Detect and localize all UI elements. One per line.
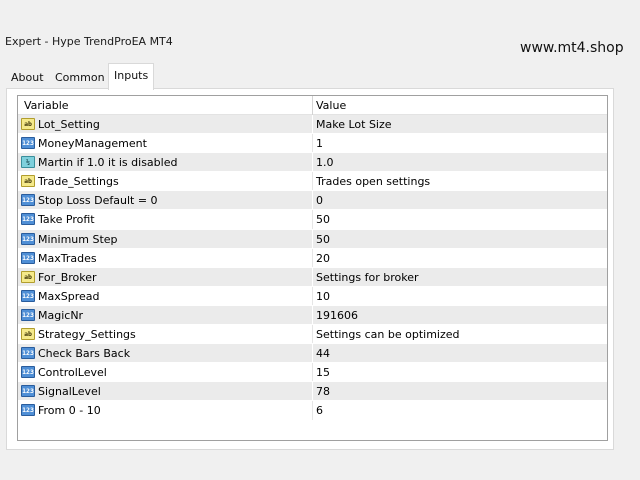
table-row[interactable]: 123 MaxTrades 20: [18, 248, 607, 268]
variable-value[interactable]: 20: [316, 252, 330, 265]
table-row[interactable]: 123 SignalLevel 78: [18, 382, 607, 402]
string-type-icon: ab: [21, 328, 35, 341]
variable-name: SignalLevel: [38, 385, 101, 399]
column-divider: [312, 153, 313, 172]
integer-type-icon: 123: [21, 385, 35, 398]
variable-value[interactable]: Make Lot Size: [316, 118, 392, 131]
tab-bar: About Common Inputs: [6, 63, 606, 90]
integer-type-icon: 123: [21, 404, 35, 417]
integer-type-icon: 123: [21, 137, 35, 150]
variable-name: Lot_Setting: [38, 118, 100, 131]
table-row[interactable]: ab For_Broker Settings for broker: [18, 267, 607, 287]
integer-type-icon: 123: [21, 347, 35, 360]
variable-name: For_Broker: [38, 270, 97, 284]
variable-value[interactable]: Trades open settings: [316, 175, 430, 188]
inputs-panel: Variable Value ab Lot_Setting Make Lot Siz…: [6, 88, 614, 450]
integer-type-icon: 123: [21, 213, 35, 226]
column-divider: [312, 191, 313, 210]
table-row[interactable]: 123 Minimum Step 50: [18, 229, 607, 249]
table-row[interactable]: 123 MagicNr 191606: [18, 305, 607, 326]
variable-name: Check Bars Back: [38, 347, 131, 361]
variable-value[interactable]: 6: [316, 404, 323, 417]
column-divider: [312, 172, 313, 191]
variable-value[interactable]: Settings can be optimized: [316, 328, 460, 341]
variable-name: MagicNr: [38, 308, 84, 322]
variable-value[interactable]: 10: [316, 290, 330, 303]
table-row[interactable]: ab Lot_Setting Make Lot Size: [18, 115, 607, 135]
variable-name: Take Profit: [38, 213, 95, 227]
window-titlebar: Expert - Hype TrendProEA MT4 www.mt4.sho…: [0, 0, 640, 62]
string-type-icon: ab: [21, 118, 35, 130]
watermark-text: www.mt4.shop: [520, 40, 624, 56]
column-divider: [312, 115, 313, 134]
double-type-icon: ½: [21, 156, 35, 169]
table-row[interactable]: ½ Martin if 1.0 it is disabled 1.0: [18, 153, 607, 173]
integer-type-icon: 123: [21, 366, 35, 379]
variable-value[interactable]: 50: [316, 233, 330, 246]
integer-type-icon: 123: [21, 308, 35, 321]
variable-value[interactable]: 44: [316, 347, 330, 360]
column-divider: [312, 286, 313, 305]
variable-value[interactable]: 1: [316, 137, 323, 150]
variable-value[interactable]: 15: [316, 366, 330, 379]
variable-value[interactable]: 0: [316, 194, 323, 207]
variable-value[interactable]: 50: [316, 213, 330, 226]
grid-header: Variable Value: [18, 96, 607, 115]
table-row[interactable]: 123 Check Bars Back 44: [18, 344, 607, 364]
variable-name: ControlLevel: [38, 366, 107, 380]
column-divider: [312, 248, 313, 267]
table-row[interactable]: 123 Stop Loss Default = 0 0: [18, 191, 607, 211]
column-divider: [312, 134, 313, 153]
column-divider: [312, 363, 313, 382]
string-type-icon: ab: [21, 175, 35, 188]
variable-name: MaxSpread: [38, 289, 100, 303]
table-row[interactable]: 123 MoneyManagement 1: [18, 134, 607, 154]
table-row[interactable]: ab Strategy_Settings Settings can be optim…: [18, 325, 607, 345]
inputs-grid: Variable Value ab Lot_Setting Make Lot Siz…: [17, 95, 608, 441]
column-divider: [312, 267, 313, 286]
tab-about[interactable]: About: [6, 67, 49, 89]
column-divider: [312, 401, 313, 420]
table-row[interactable]: 123 From 0 - 10 6: [18, 401, 607, 421]
variable-name: Strategy_Settings: [38, 328, 136, 342]
variable-value[interactable]: Settings for broker: [316, 271, 419, 284]
table-row[interactable]: 123 MaxSpread 10: [18, 286, 607, 306]
variable-name: Stop Loss Default = 0: [38, 194, 158, 208]
column-divider: [312, 229, 313, 248]
integer-type-icon: 123: [21, 232, 35, 245]
tab-common[interactable]: Common: [50, 67, 110, 89]
column-divider: [312, 382, 313, 401]
header-value[interactable]: Value: [316, 99, 346, 112]
variable-name: Minimum Step: [38, 232, 118, 246]
integer-type-icon: 123: [21, 251, 35, 264]
column-divider: [312, 325, 313, 344]
variable-name: Trade_Settings: [38, 175, 119, 189]
variable-value[interactable]: 1.0: [316, 156, 334, 169]
integer-type-icon: 123: [21, 289, 35, 302]
integer-type-icon: 123: [21, 194, 35, 207]
variable-name: Martin if 1.0 it is disabled: [38, 156, 178, 170]
table-row[interactable]: ab Trade_Settings Trades open settings: [18, 172, 607, 192]
variable-name: MoneyManagement: [38, 137, 147, 151]
table-row[interactable]: 123 ControlLevel 15: [18, 363, 607, 383]
tab-inputs[interactable]: Inputs: [108, 63, 155, 90]
variable-value[interactable]: 191606: [316, 309, 358, 322]
variable-name: MaxTrades: [38, 251, 97, 265]
column-divider: [312, 344, 313, 363]
variable-value[interactable]: 78: [316, 385, 330, 398]
header-variable[interactable]: Variable: [24, 99, 69, 112]
column-divider: [312, 305, 313, 325]
column-divider: [312, 210, 313, 229]
variable-name: From 0 - 10: [38, 404, 101, 418]
string-type-icon: ab: [21, 270, 35, 283]
grid-rows: ab Lot_Setting Make Lot Size 123 MoneyManage…: [18, 115, 607, 421]
table-row[interactable]: 123 Take Profit 50: [18, 210, 607, 230]
header-divider[interactable]: [312, 96, 313, 115]
window-title: Expert - Hype TrendProEA MT4: [5, 35, 173, 48]
